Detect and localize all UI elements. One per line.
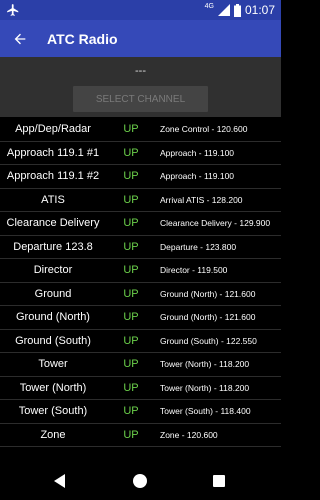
channel-row[interactable]: Departure 123.8 UP Departure - 123.800 [0,236,281,259]
channel-frequency: Zone Control - 120.600 [160,124,248,134]
channel-state: UP [123,381,139,394]
channel-row[interactable]: Clearance Delivery UP Clearance Delivery -… [0,212,281,236]
channel-state: UP [123,405,139,417]
app-bar: ATC Radio [0,20,281,57]
channel-row[interactable]: Ground (North) UP Ground (North) - 121.600 [0,306,281,330]
channel-name: Tower [38,358,68,370]
channel-name: Tower (North) [19,381,87,394]
nav-home-icon[interactable] [133,474,147,488]
channel-frequency: Tower (North) - 118.200 [160,382,250,393]
channel-row[interactable]: Tower (South) UP Tower (South) - 118.400 [0,400,281,424]
channel-header: --- SELECT CHANNEL [0,57,281,117]
channel-name: Director [33,264,73,276]
channel-name: Ground (South) [15,334,91,347]
channel-state: UP [123,311,139,323]
channel-name: Tower (South) [18,405,88,417]
channel-frequency: Tower (North) - 118.200 [160,359,250,369]
channel-state: UP [123,240,139,253]
channel-frequency: Tower (South) - 118.400 [160,406,251,416]
select-channel-button[interactable]: SELECT CHANNEL [73,86,208,112]
channel-frequency: Departure - 123.800 [160,241,237,252]
channel-frequency: Approach - 119.100 [160,147,235,158]
channel-row[interactable]: Ground (South) UP Ground (South) - 122.550 [0,330,281,353]
channel-name: ATIS [41,193,65,206]
channel-name: Approach 119.1 #2 [6,170,100,182]
channel-row[interactable]: ATIS UP Arrival ATIS - 128.200 [0,189,281,212]
channel-state: UP [123,287,139,300]
channel-row[interactable]: Tower (North) UP Tower (North) - 118.200 [0,377,281,400]
channel-name: Ground [34,287,72,300]
channel-name: Clearance Delivery [6,217,100,229]
channel-state: UP [123,193,139,206]
channel-row[interactable]: Tower UP Tower (North) - 118.200 [0,353,281,377]
channel-row[interactable]: App/Dep/Radar UP Zone Control - 120.600 [0,118,281,142]
channel-state: UP [123,123,139,135]
status-bar: 4G 01:07 [0,0,281,20]
channel-list: App/Dep/Radar UP Zone Control - 120.600 App… [0,118,281,447]
channel-state: UP [123,334,139,347]
battery-icon [233,3,241,17]
channel-name: Ground (North) [16,311,90,323]
page-title: ATC Radio [47,30,118,47]
signal-icon [217,4,230,16]
channel-state: UP [123,428,139,441]
channel-frequency: Approach - 119.100 [160,171,235,181]
channel-name: Departure 123.8 [13,240,93,253]
channel-state: UP [123,358,139,370]
channel-name: Approach 119.1 #1 [6,146,100,159]
channel-frequency: Arrival ATIS - 128.200 [160,194,243,205]
channel-row[interactable]: Approach 119.1 #1 UP Approach - 119.100 [0,142,281,165]
clock: 01:07 [244,3,275,17]
channel-name: Zone [40,428,66,441]
nav-back-icon[interactable] [51,472,69,490]
channel-state: UP [123,170,139,182]
channel-frequency: Director - 119.500 [160,265,228,275]
back-arrow-icon [14,33,26,44]
channel-state: UP [123,217,139,229]
nav-recent-icon[interactable] [213,475,225,487]
channel-frequency: Clearance Delivery - 129.900 [160,218,271,228]
network-type: 4G [204,3,214,10]
selected-channel-status: --- [135,65,146,77]
airplane-icon [7,4,19,16]
status-indicators: 4G 01:07 [205,2,275,18]
channel-row[interactable]: Zone UP Zone - 120.600 [0,424,281,447]
channel-name: App/Dep/Radar [15,123,91,135]
channel-frequency: Zone - 120.600 [160,429,218,440]
channel-row[interactable]: Ground UP Ground (North) - 121.600 [0,283,281,306]
channel-frequency: Ground (South) - 122.550 [160,335,257,346]
channel-state: UP [123,264,139,276]
back-button[interactable] [0,20,40,57]
channel-row[interactable]: Approach 119.1 #2 UP Approach - 119.100 [0,165,281,189]
channel-row[interactable]: Director UP Director - 119.500 [0,259,281,283]
channel-state: UP [123,146,139,159]
channel-frequency: Ground (North) - 121.600 [160,312,256,322]
channel-frequency: Ground (North) - 121.600 [160,288,256,299]
navigation-bar [0,462,281,500]
